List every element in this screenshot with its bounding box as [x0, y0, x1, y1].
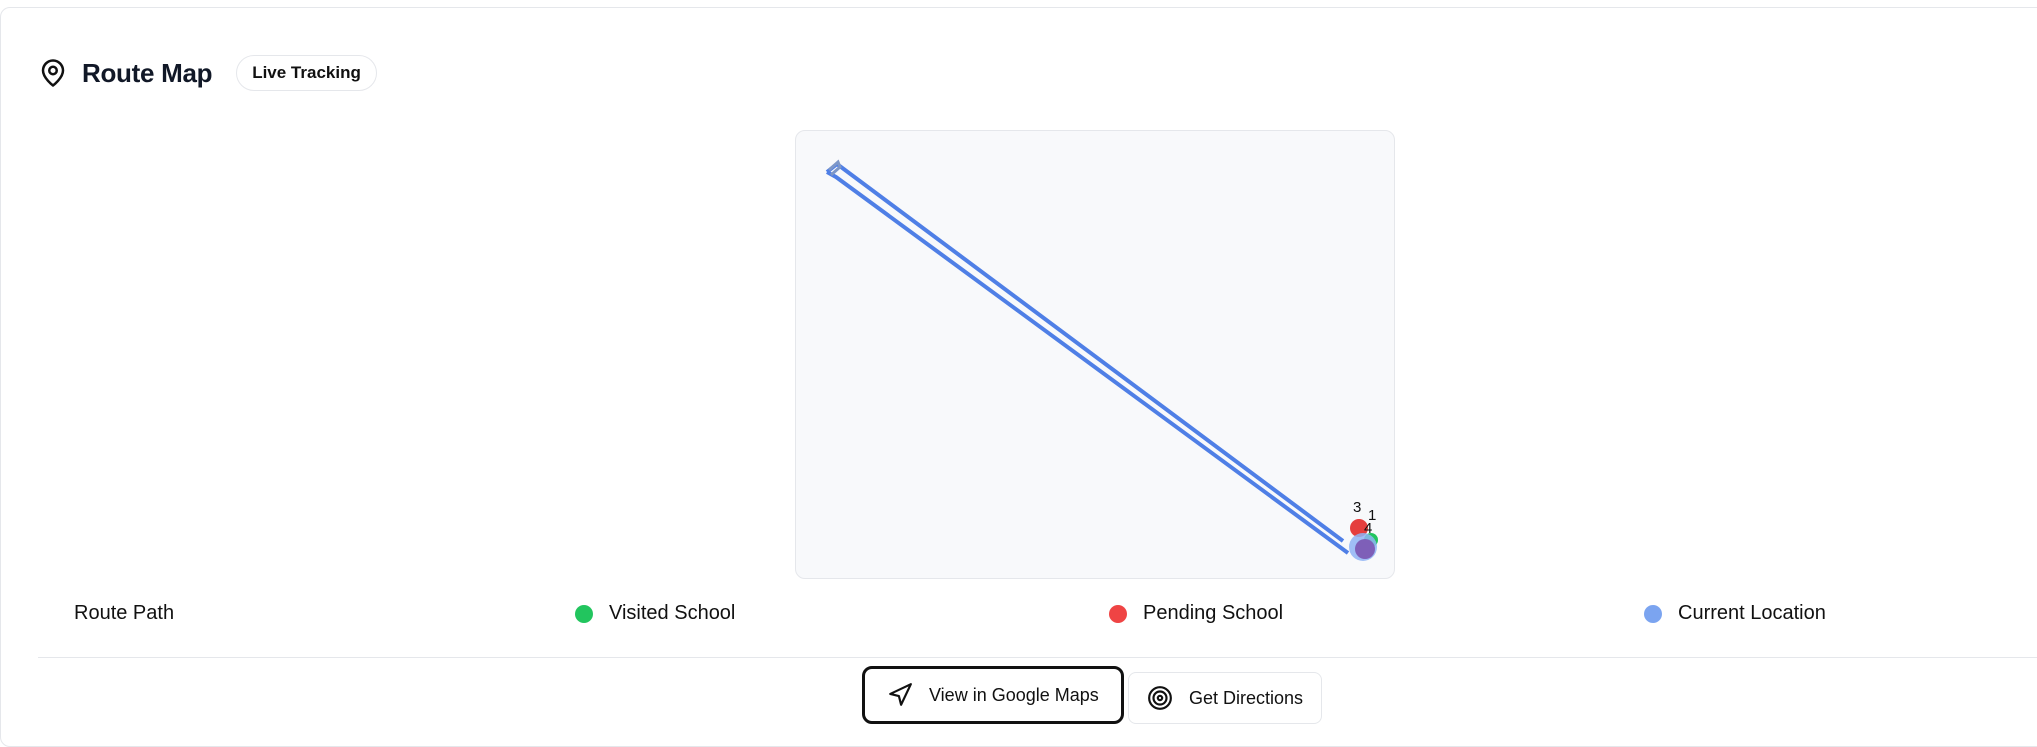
view-in-google-maps-button[interactable]: View in Google Maps: [862, 666, 1124, 724]
marker-label-4: 4: [1364, 520, 1372, 537]
get-directions-button[interactable]: Get Directions: [1128, 672, 1323, 724]
route-map[interactable]: 3 1 4: [795, 130, 1395, 579]
button-label: Get Directions: [1189, 687, 1304, 708]
legend-label: Pending School: [1143, 602, 1284, 624]
legend-route-path: Route Path: [74, 602, 174, 625]
page-title: Route Map: [82, 57, 213, 88]
green-dot-icon: [575, 604, 593, 623]
marker-label-3: 3: [1353, 499, 1361, 516]
divider: [38, 657, 2037, 658]
legend-label: Visited School: [609, 602, 736, 624]
legend-label: Route Path: [74, 602, 175, 624]
legend-current-location: Current Location: [1644, 602, 1826, 625]
map-legend: Route Path Visited School Pending School…: [38, 602, 2037, 636]
button-label: View in Google Maps: [929, 684, 1099, 705]
map-pin-icon: [38, 58, 68, 88]
target-icon: [1147, 685, 1173, 711]
route-path: [825, 159, 1350, 555]
legend-label: Current Location: [1678, 602, 1826, 624]
red-dot-icon: [1109, 604, 1127, 623]
legend-pending-school: Pending School: [1109, 602, 1283, 625]
route-map-card: Route Map Live Tracking 3 1 4 Route Path…: [0, 7, 2037, 747]
legend-visited-school: Visited School: [575, 602, 735, 625]
blue-dot-icon: [1644, 604, 1662, 623]
card-header: Route Map Live Tracking: [38, 54, 377, 92]
live-tracking-badge: Live Tracking: [236, 55, 377, 91]
navigation-arrow-icon: [887, 682, 913, 708]
